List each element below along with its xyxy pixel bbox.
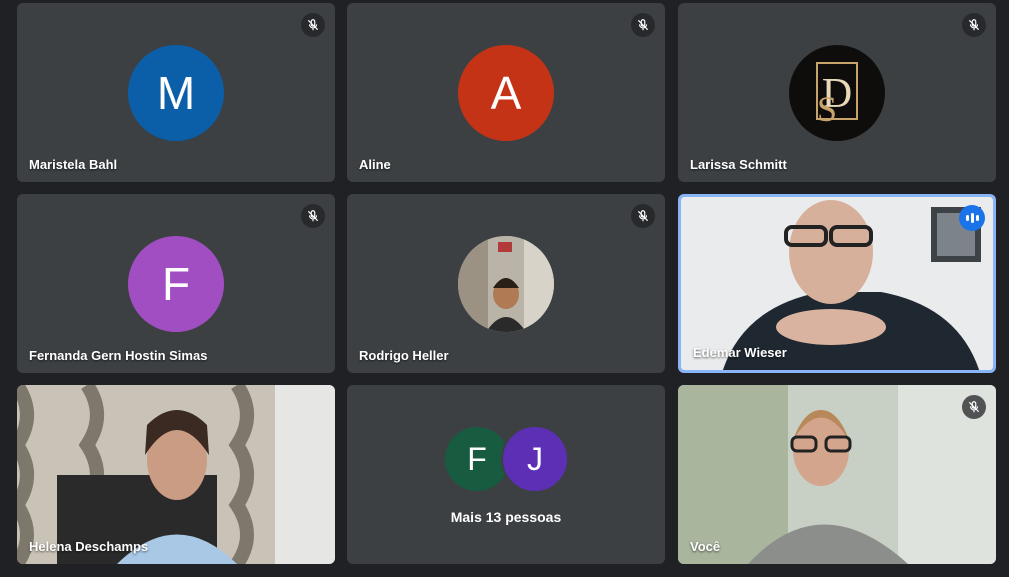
avatar: F [128, 235, 224, 332]
video-feed [678, 385, 996, 564]
participant-name: Rodrigo Heller [359, 348, 449, 363]
participant-tile-fernanda[interactable]: F Fernanda Gern Hostin Simas [17, 194, 335, 373]
participant-tile-aline[interactable]: A Aline [347, 3, 665, 182]
participant-name: Maristela Bahl [29, 157, 118, 172]
participant-name: Fernanda Gern Hostin Simas [29, 348, 208, 363]
participant-tile-helena[interactable]: Helena Deschamps [17, 385, 335, 564]
participant-tile-maristela[interactable]: M Maristela Bahl [17, 3, 335, 182]
more-participants-label: Mais 13 pessoas [450, 509, 562, 525]
participant-name: Aline [359, 157, 391, 172]
microphone-off-icon [962, 13, 986, 37]
avatar: A [458, 44, 554, 141]
participant-name: Você [690, 539, 721, 554]
microphone-off-icon [962, 395, 986, 419]
microphone-off-icon [631, 13, 655, 37]
microphone-off-icon [301, 13, 325, 37]
microphone-off-icon [631, 204, 655, 228]
video-feed [17, 385, 335, 564]
avatar: J [501, 425, 569, 493]
microphone-off-icon [301, 204, 325, 228]
participant-tile-larissa[interactable]: D S Larissa Schmitt [678, 3, 996, 182]
participant-tile-edemar[interactable]: Edemar Wieser [678, 194, 996, 373]
svg-text:S: S [817, 89, 837, 129]
participant-tile-self[interactable]: Você [678, 385, 996, 564]
participant-name: Larissa Schmitt [690, 157, 787, 172]
overflow-avatars: F J [443, 425, 569, 493]
avatar: M [128, 44, 224, 141]
audio-level-icon [959, 205, 985, 231]
participant-tile-rodrigo[interactable]: Rodrigo Heller [347, 194, 665, 373]
more-participants-tile[interactable]: F J Mais 13 pessoas [347, 385, 665, 564]
avatar-photo [458, 235, 554, 332]
avatar-logo-sd: D S [789, 44, 885, 141]
participant-name: Helena Deschamps [29, 539, 149, 554]
participant-name: Edemar Wieser [693, 345, 787, 360]
